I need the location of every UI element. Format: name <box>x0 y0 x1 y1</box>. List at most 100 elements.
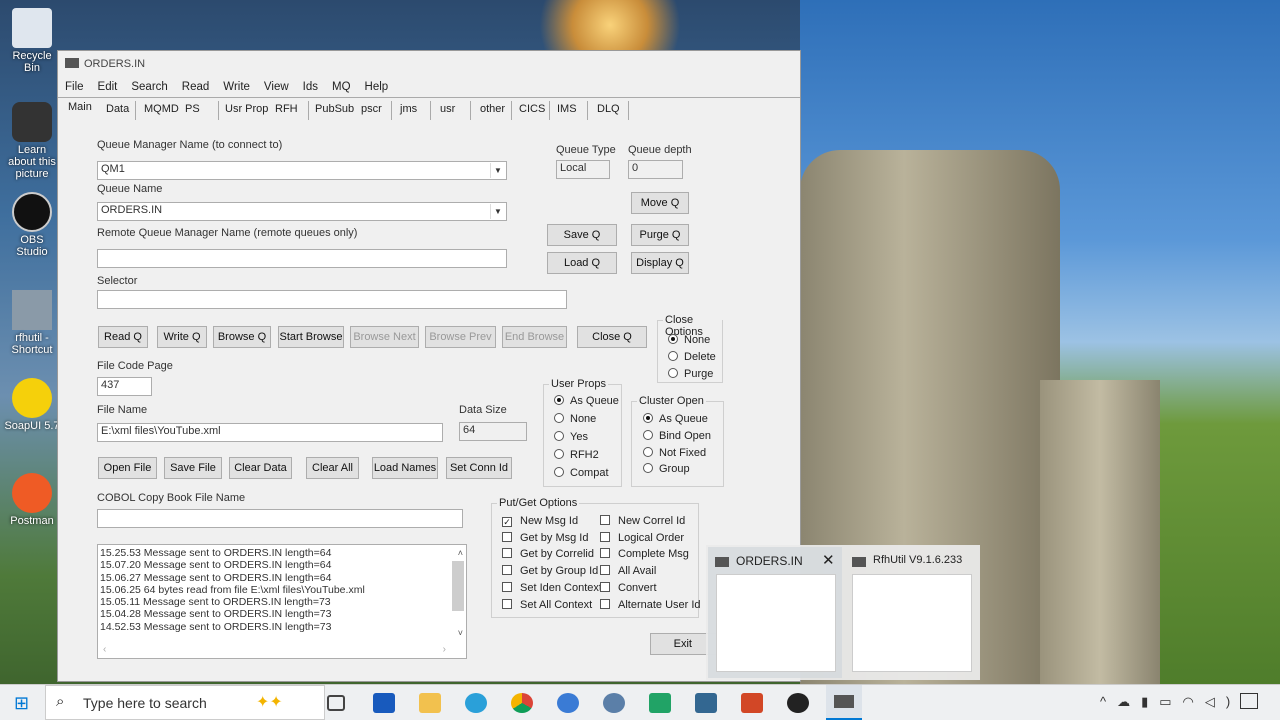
get-by-msg-id-checkbox[interactable]: Get by Msg Id <box>502 532 588 544</box>
tab-ps[interactable]: PS <box>179 101 219 120</box>
new-correl-id-checkbox[interactable]: New Correl Id <box>600 515 685 527</box>
desktop-icon-learn[interactable]: Learn about this picture <box>4 102 60 180</box>
get-by-correlid-checkbox[interactable]: Get by Correlid <box>502 548 594 560</box>
queue-name-combo[interactable]: ORDERS.IN ▼ <box>97 202 507 221</box>
tab-jms[interactable]: jms <box>394 101 431 120</box>
save-q-button[interactable]: Save Q <box>547 224 617 246</box>
close-none-radio[interactable]: None <box>668 334 710 346</box>
message-log[interactable]: 15.25.53 Message sent to ORDERS.IN lengt… <box>97 544 467 659</box>
menu-read[interactable]: Read <box>182 81 210 93</box>
tab-other[interactable]: other <box>474 101 513 120</box>
menu-file[interactable]: File <box>65 81 84 93</box>
set-conn-id-button[interactable]: Set Conn Id <box>446 457 512 479</box>
complete-msg-checkbox[interactable]: Complete Msg <box>600 548 689 560</box>
close-delete-radio[interactable]: Delete <box>668 351 716 363</box>
menu-search[interactable]: Search <box>131 81 167 93</box>
close-icon[interactable]: ✕ <box>822 551 835 569</box>
set-all-context-checkbox[interactable]: Set All Context <box>502 599 592 611</box>
desktop-icon-postman[interactable]: Postman <box>4 473 60 527</box>
postgres-icon[interactable] <box>695 693 717 713</box>
write-q-button[interactable]: Write Q <box>157 326 207 348</box>
scroll-left-icon[interactable]: ‹ <box>103 644 106 656</box>
tab-ims[interactable]: IMS <box>551 101 588 120</box>
windows-start-icon[interactable]: ⊞ <box>14 693 29 714</box>
new-msg-id-checkbox[interactable]: ✓ New Msg Id <box>502 515 578 527</box>
file-explorer-icon[interactable] <box>419 693 441 713</box>
display-q-button[interactable]: Display Q <box>631 252 689 274</box>
all-avail-checkbox[interactable]: All Avail <box>600 565 656 577</box>
clear-data-button[interactable]: Clear Data <box>229 457 292 479</box>
desktop-icon-soapui[interactable]: SoapUI 5.7 <box>4 378 60 432</box>
selector-input[interactable] <box>97 290 567 309</box>
scroll-right-icon[interactable]: › <box>443 644 446 656</box>
search-box[interactable]: ⌕ Type here to search ✦✦ <box>45 685 325 720</box>
tab-main[interactable]: Main <box>62 99 98 118</box>
cluster-not-fixed-radio[interactable]: Not Fixed <box>643 447 706 459</box>
notifications-icon[interactable] <box>1240 693 1258 709</box>
get-by-group-id-checkbox[interactable]: Get by Group Id <box>502 565 598 577</box>
word-icon[interactable] <box>373 693 395 713</box>
cluster-group-radio[interactable]: Group <box>643 463 690 475</box>
menu-write[interactable]: Write <box>223 81 250 93</box>
desktop-icon-rfhutil[interactable]: rfhutil - Shortcut <box>4 290 60 356</box>
edge-icon[interactable] <box>465 693 487 713</box>
menu-mq[interactable]: MQ <box>332 81 351 93</box>
chevron-down-icon[interactable]: ▼ <box>490 204 505 219</box>
menu-ids[interactable]: Ids <box>303 81 318 93</box>
userprops-rfh2-radio[interactable]: RFH2 <box>554 449 599 461</box>
thumbnail-rfhutil[interactable]: RfhUtil V9.1.6.233 <box>846 547 978 678</box>
start-browse-button[interactable]: Start Browse <box>278 326 344 348</box>
desktop-icon-obs[interactable]: OBS Studio <box>4 192 60 258</box>
tab-dlq[interactable]: DLQ <box>591 101 629 120</box>
file-name-input[interactable]: E:\xml files\YouTube.xml <box>97 423 443 442</box>
browse-next-button[interactable]: Browse Next <box>350 326 419 348</box>
move-q-button[interactable]: Move Q <box>631 192 689 214</box>
end-browse-button[interactable]: End Browse <box>502 326 567 348</box>
tab-data[interactable]: Data <box>100 101 137 120</box>
userprops-compat-radio[interactable]: Compat <box>554 467 609 479</box>
open-file-button[interactable]: Open File <box>98 457 157 479</box>
app-icon-network[interactable] <box>603 693 625 713</box>
browse-prev-button[interactable]: Browse Prev <box>425 326 496 348</box>
tab-pscr[interactable]: pscr <box>355 101 392 120</box>
system-tray-icons[interactable]: ^☁▮▭◠◁) <box>1100 694 1241 710</box>
queue-manager-combo[interactable]: QM1 ▼ <box>97 161 507 180</box>
cluster-as-queue-radio[interactable]: As Queue <box>643 413 708 425</box>
userprops-yes-radio[interactable]: Yes <box>554 431 588 443</box>
load-names-button[interactable]: Load Names <box>372 457 438 479</box>
chrome-icon[interactable] <box>511 693 533 713</box>
save-file-button[interactable]: Save File <box>164 457 222 479</box>
cluster-bind-open-radio[interactable]: Bind Open <box>643 430 711 442</box>
close-purge-radio[interactable]: Purge <box>668 368 713 380</box>
obs-taskbar-icon[interactable] <box>787 693 809 713</box>
rfhutil-taskbar-button[interactable] <box>826 685 862 720</box>
cobol-input[interactable] <box>97 509 463 528</box>
thumbnail-orders-in[interactable]: ORDERS.IN ✕ <box>708 547 842 678</box>
powerpoint-icon[interactable] <box>741 693 763 713</box>
logical-order-checkbox[interactable]: Logical Order <box>600 532 684 544</box>
userprops-as-queue-radio[interactable]: As Queue <box>554 395 619 407</box>
convert-checkbox[interactable]: Convert <box>600 582 657 594</box>
browse-q-button[interactable]: Browse Q <box>213 326 271 348</box>
load-q-button[interactable]: Load Q <box>547 252 617 274</box>
menu-view[interactable]: View <box>264 81 289 93</box>
set-iden-context-checkbox[interactable]: Set Iden Context <box>502 582 602 594</box>
tab-usr[interactable]: usr <box>434 101 471 120</box>
menu-edit[interactable]: Edit <box>98 81 118 93</box>
clear-all-button[interactable]: Clear All <box>306 457 359 479</box>
menu-help[interactable]: Help <box>365 81 389 93</box>
code-page-input[interactable]: 437 <box>97 377 152 396</box>
tab-usr-prop[interactable]: Usr Prop <box>219 101 276 120</box>
remote-qm-input[interactable] <box>97 249 507 268</box>
chevron-down-icon[interactable]: ▼ <box>490 163 505 178</box>
read-q-button[interactable]: Read Q <box>98 326 148 348</box>
desktop-icon-recycle-bin[interactable]: Recycle Bin <box>4 8 60 74</box>
task-view-icon[interactable] <box>327 695 345 711</box>
scroll-up-icon[interactable]: ˄ <box>458 547 463 559</box>
purge-q-button[interactable]: Purge Q <box>631 224 689 246</box>
alternate-user-id-checkbox[interactable]: Alternate User Id <box>600 599 701 611</box>
tab-cics[interactable]: CICS <box>513 101 550 120</box>
tab-pubsub[interactable]: PubSub <box>309 101 362 120</box>
app-icon-blue[interactable] <box>557 693 579 713</box>
vertical-scrollbar[interactable] <box>452 561 464 611</box>
